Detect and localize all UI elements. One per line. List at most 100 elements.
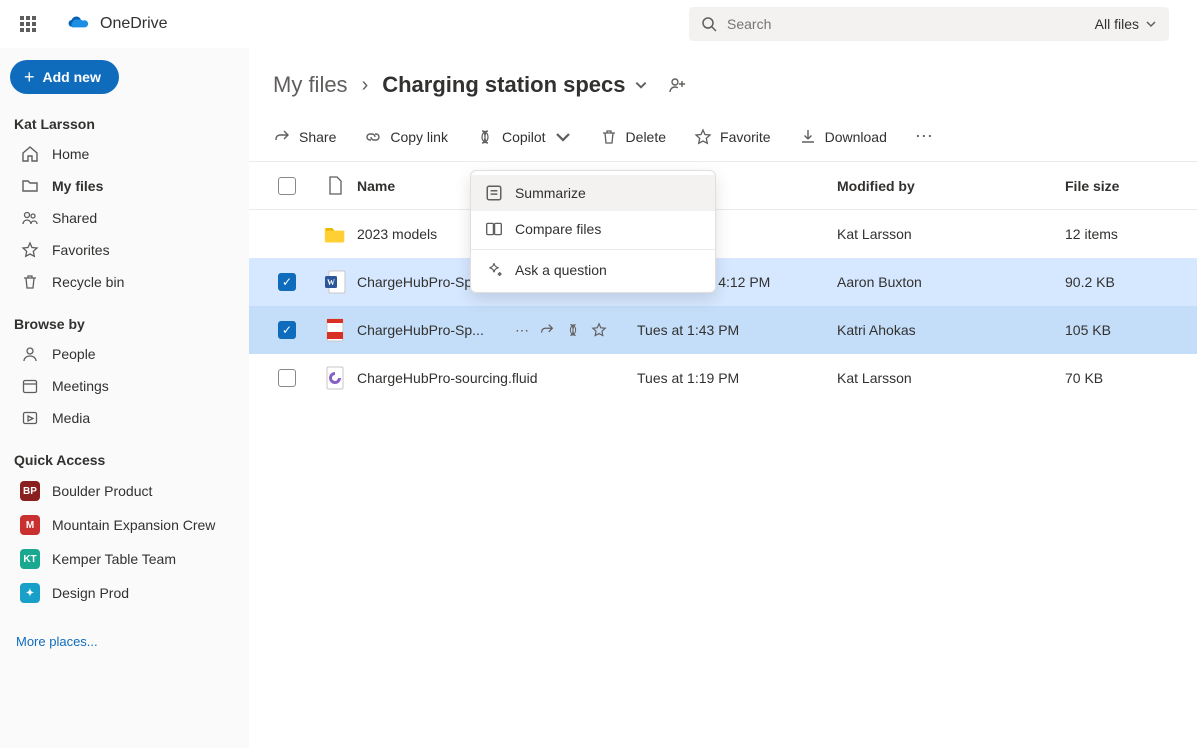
column-size-header[interactable]: File size (1065, 178, 1185, 194)
sidebar-item-shared[interactable]: Shared (10, 202, 239, 234)
sidebar-item-label: Favorites (52, 242, 110, 258)
copilot-label: Copilot (502, 129, 546, 145)
row-select-checkbox[interactable] (278, 273, 296, 291)
star-icon (694, 128, 712, 146)
breadcrumb-current[interactable]: Charging station specs (382, 72, 647, 98)
table-row[interactable]: ChargeHubPro-Sp... ⋯ Tues at 1:43 PM Kat… (249, 306, 1197, 354)
search-input[interactable] (727, 16, 1085, 32)
file-modified: Tues at 1:43 PM (637, 322, 837, 338)
sidebar-user-name: Kat Larsson (14, 116, 233, 132)
sidebar-item-home[interactable]: Home (10, 138, 239, 170)
row-select-checkbox[interactable] (278, 321, 296, 339)
file-type-icon (327, 176, 343, 196)
onedrive-logo-icon (66, 16, 90, 32)
sidebar-item-label: Recycle bin (52, 274, 124, 290)
copilot-icon (476, 128, 494, 146)
column-modified-by-header[interactable]: Modified by (837, 178, 1065, 194)
copilot-summarize-item[interactable]: Summarize (471, 175, 715, 211)
media-icon (20, 409, 40, 427)
pdf-file-icon (324, 318, 346, 342)
person-icon (20, 345, 40, 363)
sidebar-item-recycle-bin[interactable]: Recycle bin (10, 266, 239, 298)
plus-icon: + (24, 68, 35, 86)
table-row[interactable]: ChargeHubPro-sourcing.fluid Tues at 1:19… (249, 354, 1197, 402)
file-name: ChargeHubPro-Sp... (357, 322, 484, 338)
sidebar-item-label: People (52, 346, 96, 362)
quick-access-item[interactable]: KT Kemper Table Team (10, 542, 239, 576)
file-modified-by: Aaron Buxton (837, 274, 1065, 290)
sidebar-item-people[interactable]: People (10, 338, 239, 370)
search-filter-dropdown[interactable]: All files (1095, 16, 1157, 32)
command-bar: Share Copy link Copilot Summarize (249, 116, 1197, 162)
app-launcher-button[interactable] (8, 4, 48, 44)
add-new-button[interactable]: + Add new (10, 60, 119, 94)
quick-access-item[interactable]: ✦ Design Prod (10, 576, 239, 610)
copilot-compare-item[interactable]: Compare files (471, 211, 715, 247)
file-list: Name Modified Modified by File size 2023… (249, 162, 1197, 402)
copilot-button[interactable]: Copilot Summarize Compare files (476, 128, 572, 146)
table-row[interactable]: W ChargeHubPro-Spec_v1_Approved.docx Yes… (249, 258, 1197, 306)
quick-access-item[interactable]: M Mountain Expansion Crew (10, 508, 239, 542)
copilot-ask-label: Ask a question (515, 262, 607, 278)
download-label: Download (825, 129, 887, 145)
calendar-icon (20, 377, 40, 395)
select-all-checkbox[interactable] (278, 177, 296, 195)
brand: OneDrive (66, 15, 168, 33)
sidebar-item-label: Home (52, 146, 89, 162)
more-places-link[interactable]: More places... (10, 628, 239, 655)
quick-access-tile-icon: BP (20, 481, 40, 501)
delete-button[interactable]: Delete (600, 128, 666, 146)
row-copilot-button[interactable] (565, 322, 581, 339)
quick-access-tile-icon: M (20, 515, 40, 535)
add-new-label: Add new (43, 69, 101, 85)
search-box[interactable]: All files (689, 7, 1169, 41)
row-more-button[interactable]: ⋯ (515, 322, 529, 339)
link-icon (364, 128, 382, 146)
trash-icon (20, 273, 40, 291)
favorite-button[interactable]: Favorite (694, 128, 771, 146)
download-icon (799, 128, 817, 146)
file-size: 90.2 KB (1065, 274, 1185, 290)
star-icon (20, 241, 40, 259)
delete-label: Delete (626, 129, 666, 145)
row-share-button[interactable] (539, 322, 555, 339)
main: My files › Charging station specs Share … (249, 48, 1197, 748)
breadcrumb-current-label: Charging station specs (382, 72, 625, 98)
sidebar-item-favorites[interactable]: Favorites (10, 234, 239, 266)
sidebar-item-media[interactable]: Media (10, 402, 239, 434)
more-actions-button[interactable]: ⋯ (915, 126, 933, 147)
table-row[interactable]: 2023 models Kat Larsson 12 items (249, 210, 1197, 258)
sidebar-item-meetings[interactable]: Meetings (10, 370, 239, 402)
quick-access-tile-icon: KT (20, 549, 40, 569)
sidebar-item-label: Meetings (52, 378, 109, 394)
search-filter-label: All files (1095, 16, 1139, 32)
sparkle-icon (485, 261, 503, 279)
file-size: 70 KB (1065, 370, 1185, 386)
svg-text:W: W (327, 278, 335, 287)
file-name: ChargeHubPro-sourcing.fluid (357, 370, 538, 386)
trash-icon (600, 128, 618, 146)
quick-access-item[interactable]: BP Boulder Product (10, 474, 239, 508)
share-button[interactable]: Share (273, 128, 336, 146)
share-label: Share (299, 129, 336, 145)
download-button[interactable]: Download (799, 128, 887, 146)
people-add-icon[interactable] (668, 75, 688, 95)
compare-icon (485, 220, 503, 238)
row-favorite-button[interactable] (591, 322, 607, 339)
chevron-down-icon (554, 128, 572, 146)
people-icon (20, 209, 40, 227)
breadcrumb-parent[interactable]: My files (273, 72, 348, 98)
copilot-dropdown: Summarize Compare files Ask a question (470, 170, 716, 293)
copilot-ask-item[interactable]: Ask a question (471, 252, 715, 288)
sidebar-item-label: Shared (52, 210, 97, 226)
table-header: Name Modified Modified by File size (249, 162, 1197, 210)
copy-link-label: Copy link (390, 129, 448, 145)
row-select-checkbox[interactable] (278, 369, 296, 387)
quick-access-label: Boulder Product (52, 483, 152, 499)
quick-access-label: Mountain Expansion Crew (52, 517, 215, 533)
copy-link-button[interactable]: Copy link (364, 128, 448, 146)
sidebar-item-my-files[interactable]: My files (10, 170, 239, 202)
file-size: 105 KB (1065, 322, 1185, 338)
summarize-icon (485, 184, 503, 202)
chevron-down-icon (634, 78, 648, 92)
